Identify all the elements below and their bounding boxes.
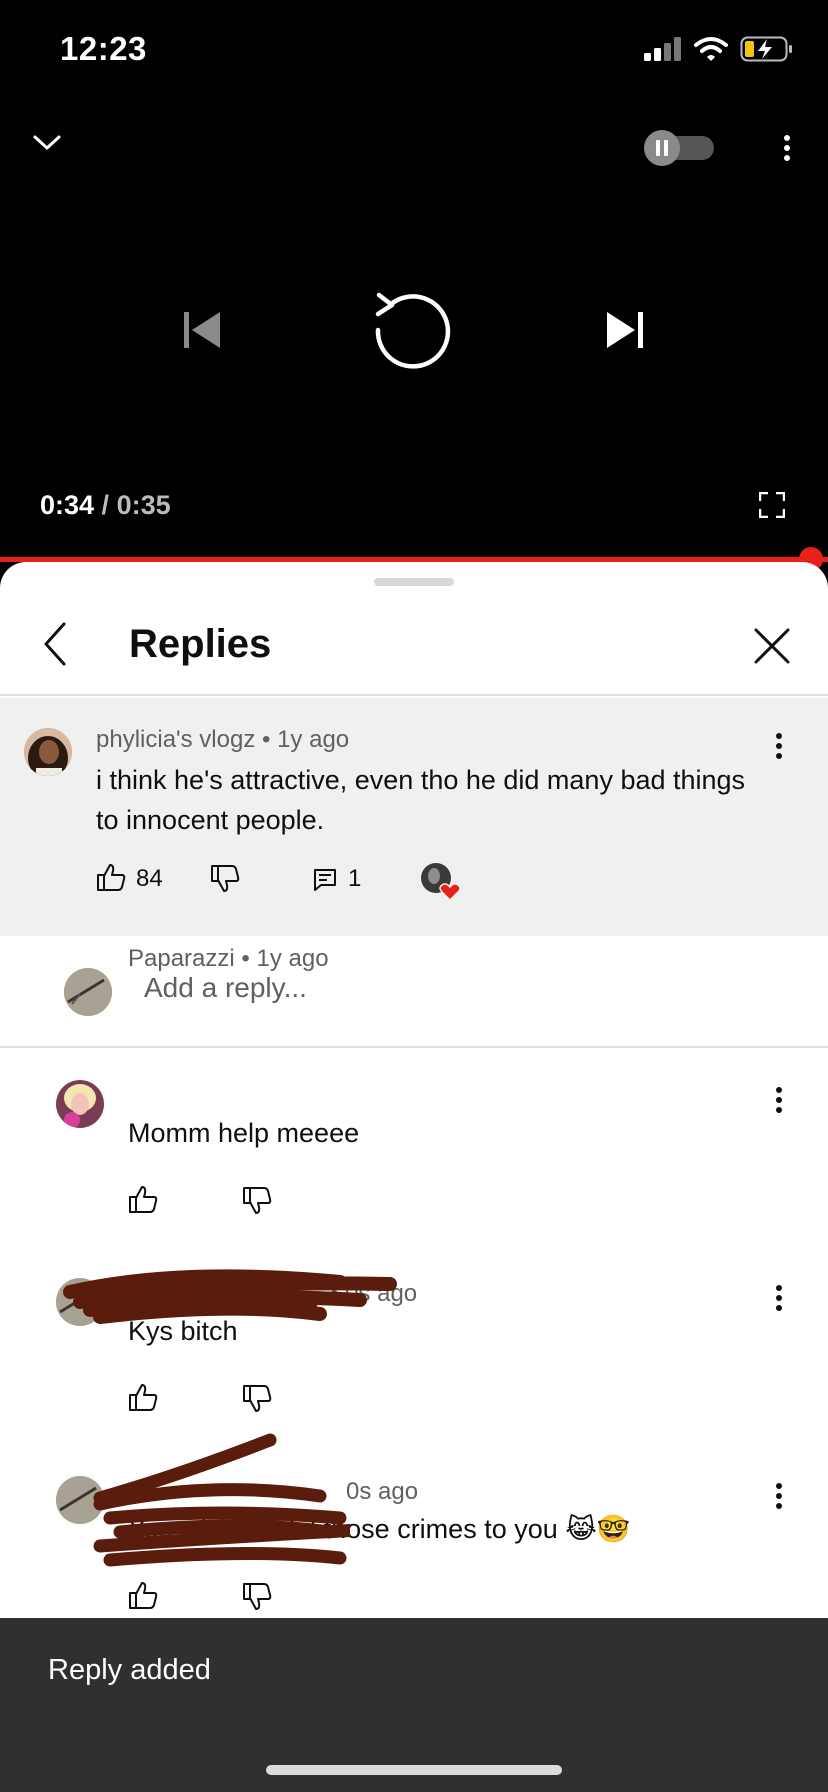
current-time: 0:34 [40,490,95,520]
add-reply-input[interactable]: Add a reply... [144,972,307,1004]
signal-icon [644,37,681,61]
add-reply-bar[interactable]: Add a reply... [0,936,828,1048]
reply-age: 1y ago [256,945,329,972]
close-icon[interactable] [754,628,790,664]
thumb-down-icon[interactable] [242,1582,272,1612]
video-player[interactable]: 12:23 0:34 / 0:35 [0,0,828,571]
comment-author[interactable]: phylicia's vlogz [96,726,255,753]
reply-text: Momm help meeee [128,1118,360,1148]
more-vert-icon[interactable] [769,730,789,760]
like-count: 84 [136,865,163,892]
fullscreen-icon[interactable] [759,492,785,518]
comment-icon[interactable] [313,868,337,892]
thumb-down-icon[interactable] [210,864,240,894]
pause-icon [656,140,668,156]
more-vert-icon[interactable] [777,132,797,162]
avatar-image [24,728,72,776]
reply-count: 1 [348,865,362,892]
parent-comment: phylicia's vlogz • 1y ago i think he's a… [0,698,828,936]
avatar-image [64,968,112,1016]
sheet-title: Replies [129,622,272,666]
meta-separator: • [241,945,257,972]
time-separator: / [94,490,117,520]
thumb-up-icon[interactable] [128,1382,158,1412]
time-display: 0:34 / 0:35 [40,490,171,521]
more-vert-icon[interactable] [769,1084,789,1114]
total-time: 0:35 [116,490,171,520]
toast-text: Reply added [48,1654,211,1686]
next-icon[interactable] [605,310,645,350]
status-icons [644,34,794,64]
more-vert-icon[interactable] [769,1480,789,1510]
thumb-down-icon[interactable] [242,1186,272,1216]
previous-icon[interactable] [182,310,222,350]
more-vert-icon[interactable] [769,1282,789,1312]
sheet-grabber[interactable] [374,578,454,586]
reply-text: Kys bitch [128,1316,238,1346]
comment-age: 1y ago [277,726,350,753]
meta-separator: • [262,726,278,753]
avatar-image [56,1080,104,1128]
avatar[interactable] [56,1080,104,1128]
thumb-up-icon[interactable] [128,1184,158,1214]
chevron-down-icon[interactable] [32,133,62,153]
thumb-up-icon[interactable] [128,1580,158,1610]
replies-sheet: Replies phylicia's vlogz • 1y ago i thin… [0,562,828,1792]
reply-meta-1: Paparazzi • 1y ago [128,945,329,973]
battery-charging-icon [740,36,792,62]
reply-meta-3: 0s ago [346,1478,418,1506]
autoplay-toggle[interactable] [644,130,716,166]
comment-meta: phylicia's vlogz • 1y ago [96,726,349,754]
my-avatar [64,968,112,1016]
reply-author[interactable]: Paparazzi [128,945,235,972]
sheet-header: Replies [0,592,828,696]
thumb-up-icon[interactable] [96,862,126,892]
replay-icon[interactable] [370,287,456,373]
redaction-scribble [93,1433,350,1567]
reply-age: 0s ago [346,1478,419,1505]
avatar[interactable] [24,728,72,776]
back-icon[interactable] [42,622,68,666]
wifi-icon [694,37,728,61]
creator-heart-icon [420,862,462,902]
comment-text: i think he's attractive, even tho he did… [96,765,746,835]
status-time: 12:23 [60,30,147,67]
thumb-down-icon[interactable] [242,1384,272,1414]
home-indicator[interactable] [266,1765,562,1775]
